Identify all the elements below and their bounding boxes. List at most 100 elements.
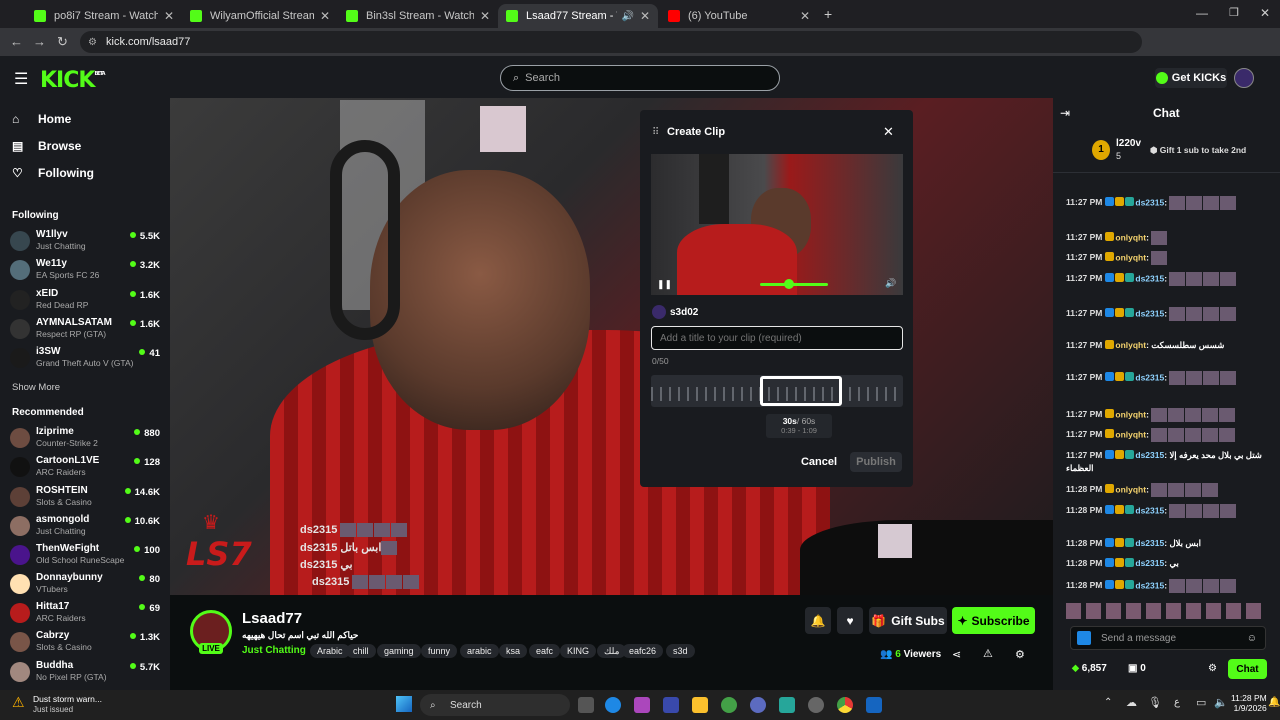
close-tab-icon[interactable]: ✕ (800, 9, 810, 23)
sidebar-channel[interactable]: Iziprime Counter-Strike 2 880 (10, 426, 160, 452)
stream-tag[interactable]: KING (560, 644, 597, 658)
chrome-icon[interactable] (837, 697, 853, 713)
volume-icon[interactable]: 🔊 (885, 278, 896, 289)
cancel-button[interactable]: Cancel (800, 452, 838, 472)
close-tab-icon[interactable]: ✕ (164, 9, 174, 23)
collapse-chat-icon[interactable]: ⇥ (1060, 106, 1070, 120)
app-icon[interactable] (779, 697, 795, 713)
obs-icon[interactable] (808, 697, 824, 713)
notification-icon[interactable]: 🔔 (1268, 697, 1280, 708)
pause-icon[interactable]: ❚❚ (657, 279, 672, 290)
close-tab-icon[interactable]: ✕ (480, 9, 490, 23)
sidebar-channel[interactable]: i3SW Grand Theft Auto V (GTA) 41 (10, 346, 160, 372)
sidebar-channel[interactable]: Buddha No Pixel RP (GTA) 5.7K (10, 660, 160, 686)
stream-tag[interactable]: eafc (529, 644, 561, 658)
reload-icon[interactable]: ↻ (57, 34, 68, 50)
emote-bar[interactable] (1066, 603, 1266, 619)
show-more-link[interactable]: Show More (12, 382, 60, 393)
sidebar-channel[interactable]: CartoonL1VE ARC Raiders 128 (10, 455, 160, 481)
minimize-icon[interactable]: — (1196, 6, 1208, 20)
nav-following[interactable]: ♡ Following (12, 166, 94, 180)
menu-icon[interactable]: ☰ (14, 69, 28, 89)
file-explorer-icon[interactable] (692, 697, 708, 713)
edge-icon[interactable] (605, 697, 621, 713)
channel-points[interactable]: ⬥ 6,857 (1072, 663, 1107, 674)
kick-logo[interactable]: KICKBETA (40, 68, 106, 93)
gift-cta[interactable]: ⬢ Gift 1 sub to take 2nd (1150, 145, 1246, 156)
user-options-icon[interactable]: ⚙ (1015, 648, 1025, 661)
close-tab-icon[interactable]: ✕ (320, 9, 330, 23)
stream-tag[interactable]: Arabic (310, 644, 350, 658)
stream-tag[interactable]: eafc26 (622, 644, 664, 658)
clip-title-input[interactable] (651, 326, 903, 350)
chat-settings-icon[interactable]: ⚙ (1208, 663, 1217, 674)
smiley-icon[interactable]: ☺ (1247, 633, 1257, 644)
sidebar-channel[interactable]: AYMNALSATAM Respect RP (GTA) 1.6K (10, 317, 160, 343)
sidebar-channel[interactable]: W1llyv Just Chatting 5.5K (10, 229, 160, 255)
stream-tag[interactable]: gaming (377, 644, 421, 658)
gift-subs-button[interactable]: 🎁 Gift Subs (869, 607, 947, 634)
follow-button[interactable]: ♥ (837, 607, 863, 634)
windows-start-icon[interactable] (396, 696, 412, 712)
volume-slider[interactable] (760, 283, 828, 286)
maximize-icon[interactable]: ❐ (1229, 6, 1239, 19)
user-avatar[interactable] (1234, 68, 1254, 88)
emote-picker-icon[interactable] (1077, 631, 1091, 645)
network-icon[interactable]: ▭ (1196, 696, 1206, 709)
sidebar-channel[interactable]: We11y EA Sports FC 26 3.2K (10, 258, 160, 284)
store-icon[interactable] (663, 697, 679, 713)
clip-preview[interactable] (651, 154, 903, 295)
stream-tag[interactable]: funny (421, 644, 458, 658)
sidebar-channel[interactable]: Donnaybunny VTubers 80 (10, 572, 160, 598)
sidebar-channel[interactable]: Cabrzy Slots & Casino 1.3K (10, 630, 160, 656)
weather-icon[interactable]: ⚠ (12, 694, 25, 711)
onedrive-icon[interactable]: ☁ (1126, 696, 1137, 709)
weather-title[interactable]: Dust storm warn... (33, 694, 102, 704)
clock[interactable]: 11:28 PM 1/9/2026 (1231, 693, 1267, 713)
browser-tab[interactable]: (6) YouTube ✕ (660, 4, 818, 28)
language-indicator[interactable]: ع (1174, 697, 1180, 708)
xbox-icon[interactable] (721, 697, 737, 713)
url-field[interactable]: ⚙ kick.com/lsaad77 (80, 31, 1142, 53)
browser-tab-active[interactable]: Lsaad77 Stream - Watch Liv🔊✕ (498, 4, 658, 28)
sidebar-channel[interactable]: ThenWeFight Old School RuneScape 100 (10, 543, 160, 569)
copilot-icon[interactable] (634, 697, 650, 713)
publish-button[interactable]: Publish (850, 452, 902, 472)
site-info-icon[interactable]: ⚙ (88, 37, 97, 48)
volume-slider-handle[interactable] (784, 279, 794, 289)
drag-handle-icon[interactable]: ⠿ (652, 127, 659, 138)
forward-icon[interactable]: → (33, 34, 46, 49)
get-kicks-button[interactable]: Get KICKs (1155, 68, 1227, 88)
sidebar-channel[interactable]: Hitta17 ARC Raiders 69 (10, 601, 160, 627)
redeem-count[interactable]: ▣ 0 (1128, 663, 1146, 674)
stream-tag[interactable]: arabic (460, 644, 499, 658)
share-icon[interactable]: ⋖ (952, 648, 961, 661)
audio-icon[interactable]: 🔊 (621, 11, 633, 22)
microphone-icon[interactable]: 🎙 (1148, 696, 1162, 709)
volume-tray-icon[interactable]: 🔈 (1214, 696, 1228, 709)
discord-icon[interactable] (750, 697, 766, 713)
nav-browse[interactable]: ▤ Browse (12, 139, 81, 153)
vpn-icon[interactable] (866, 697, 882, 713)
close-icon[interactable]: ✕ (883, 124, 894, 140)
sidebar-channel[interactable]: asmongold Just Chatting 10.6K (10, 514, 160, 540)
clip-range-selector[interactable] (760, 376, 842, 406)
back-icon[interactable]: ← (10, 34, 23, 49)
top-gifter-name[interactable]: l220v (1116, 138, 1141, 149)
tray-chevron-icon[interactable]: ⌃ (1104, 697, 1112, 708)
browser-tab[interactable]: WilyamOfficial Stream - Watch✕ (182, 4, 338, 28)
sidebar-channel[interactable]: ROSHTEIN Slots & Casino 14.6K (10, 485, 160, 511)
chat-input[interactable]: Send a message ☺ (1070, 626, 1266, 650)
close-window-icon[interactable]: ✕ (1260, 6, 1270, 20)
close-tab-icon[interactable]: ✕ (640, 9, 650, 23)
nav-home[interactable]: ⌂ Home (12, 112, 71, 126)
task-view-icon[interactable] (578, 697, 594, 713)
new-tab-icon[interactable]: + (824, 6, 832, 22)
stream-tag[interactable]: ksa (499, 644, 528, 658)
taskbar-search[interactable]: ⌕ Search (420, 694, 570, 716)
sidebar-channel[interactable]: xEID Red Dead RP 1.6K (10, 288, 160, 314)
browser-tab[interactable]: po8i7 Stream - Watch Live on K✕ (26, 4, 182, 28)
notification-bell-button[interactable]: 🔔 (805, 607, 831, 634)
search-bar[interactable]: ⌕ Search (500, 65, 780, 91)
report-icon[interactable]: ⚠ (983, 647, 993, 660)
